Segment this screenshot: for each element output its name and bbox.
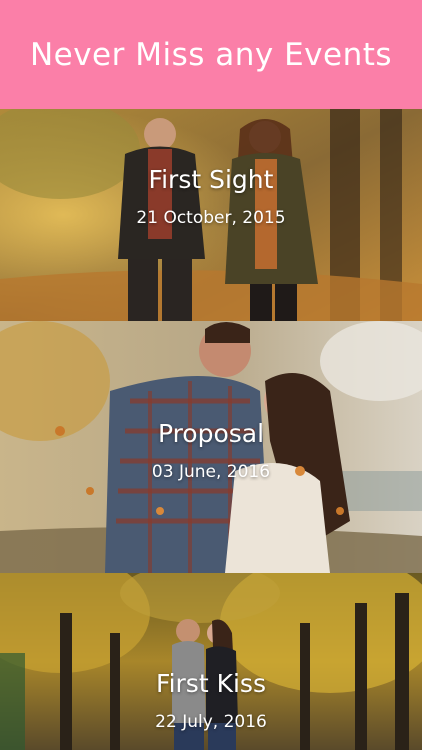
event-card-first-kiss[interactable]: First Kiss 22 July, 2016 <box>0 573 422 750</box>
event-date: 22 July, 2016 <box>155 712 267 732</box>
event-date: 03 June, 2016 <box>151 462 271 482</box>
event-info: First Kiss 22 July, 2016 <box>0 669 422 732</box>
event-title: Proposal <box>157 419 265 448</box>
header-title: Never Miss any Events <box>29 36 393 73</box>
app-header: Never Miss any Events <box>0 0 422 109</box>
event-card-proposal[interactable]: Proposal 03 June, 2016 <box>0 321 422 573</box>
event-title: First Kiss <box>156 669 266 698</box>
event-info: First Sight 21 October, 2015 <box>0 165 422 228</box>
event-title: First Sight <box>148 165 274 194</box>
event-date: 21 October, 2015 <box>136 208 286 228</box>
event-card-first-sight[interactable]: First Sight 21 October, 2015 <box>0 109 422 321</box>
event-info: Proposal 03 June, 2016 <box>0 419 422 482</box>
